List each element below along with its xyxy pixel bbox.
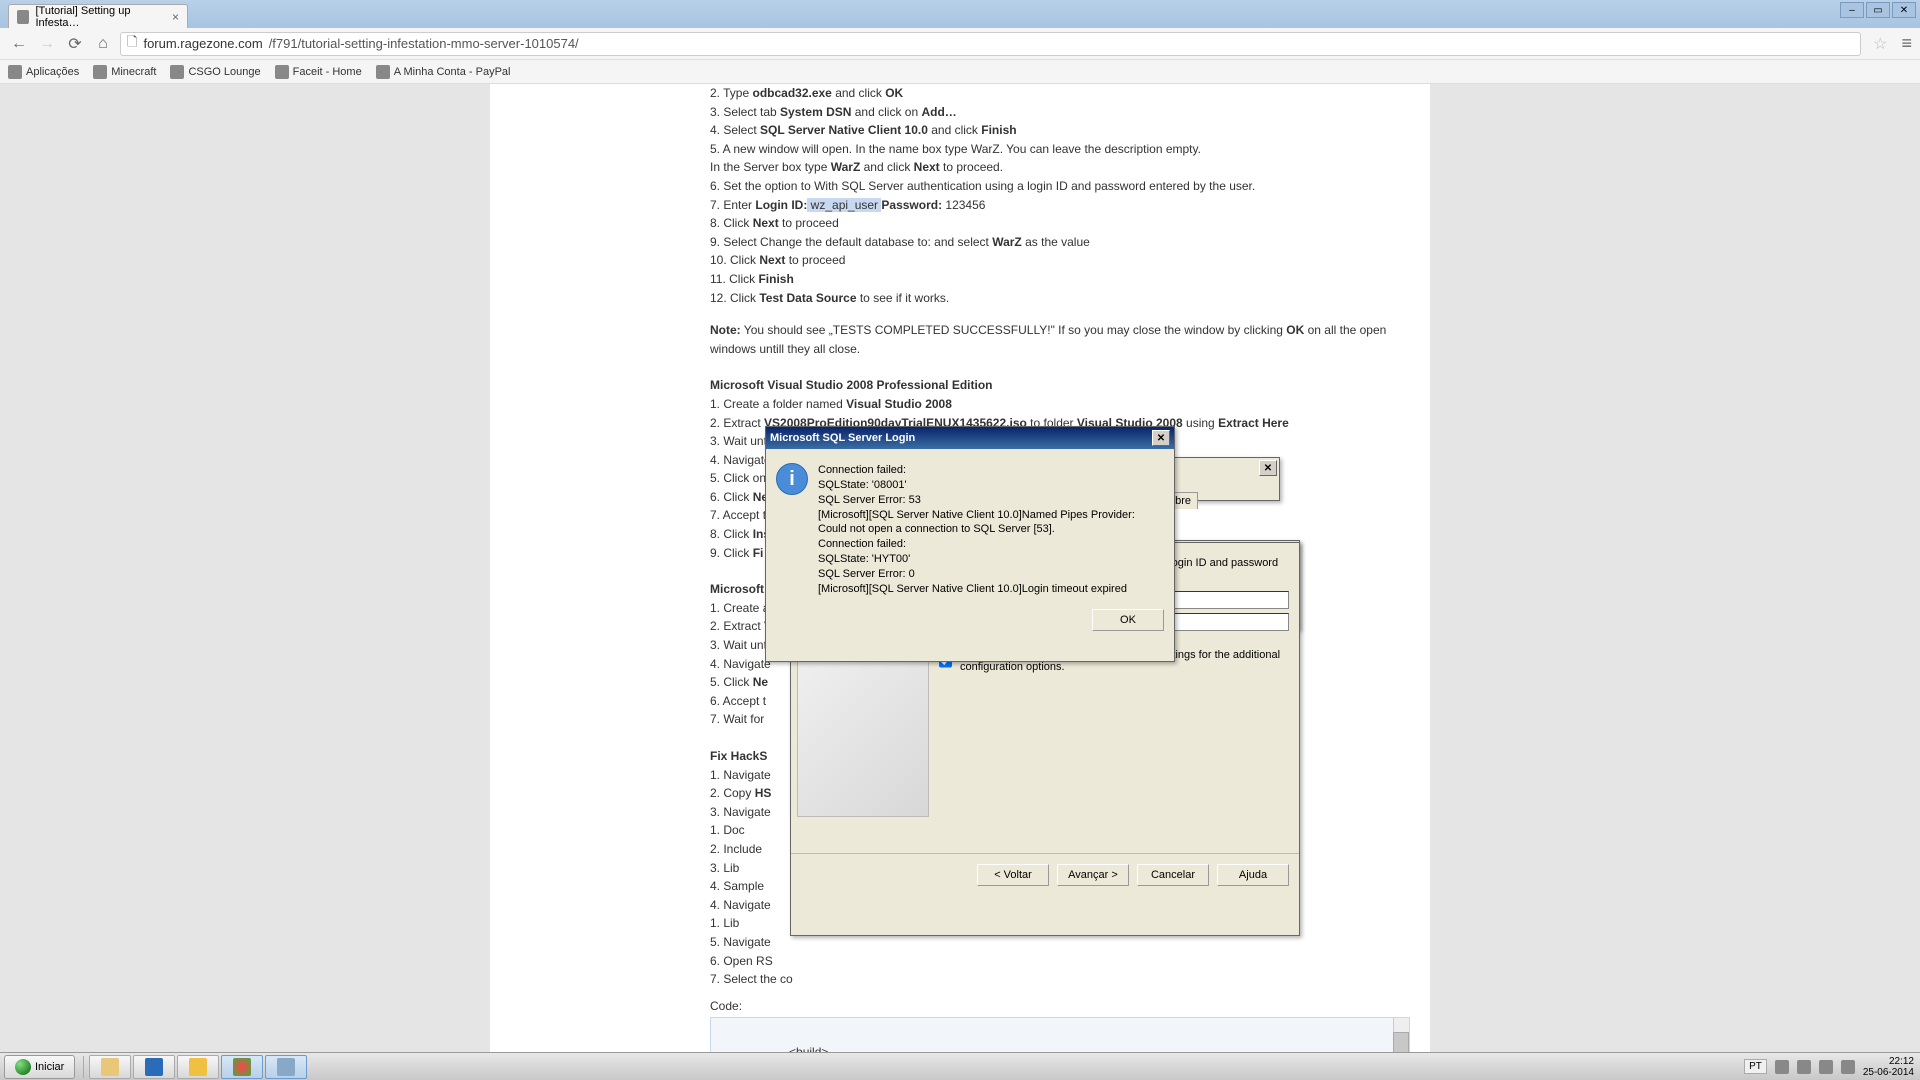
reload-button[interactable]: ⟳ [64, 33, 86, 55]
bookmark-faceit[interactable]: Faceit - Home [275, 65, 362, 79]
bookmarks-bar: Aplicações Minecraft CSGO Lounge Faceit … [0, 60, 1920, 84]
folder-icon [189, 1058, 207, 1076]
tab-close-icon[interactable]: × [172, 10, 179, 24]
bookmark-icon [93, 65, 107, 79]
system-tray: PT 22:12 25-06-2014 [1738, 1056, 1920, 1078]
taskbar-item-explorer[interactable] [89, 1055, 131, 1079]
url-bar[interactable]: 🗋 forum.ragezone.com/f791/tutorial-setti… [120, 32, 1861, 56]
clock-date: 25-06-2014 [1863, 1067, 1914, 1078]
bookmark-paypal[interactable]: A Minha Conta - PayPal [376, 65, 511, 79]
bookmark-csgo[interactable]: CSGO Lounge [170, 65, 260, 79]
back-button[interactable]: ← [8, 33, 30, 55]
tab-favicon [17, 10, 29, 24]
apps-icon [8, 65, 22, 79]
url-path: /f791/tutorial-setting-infestation-mmo-s… [269, 36, 579, 51]
wizard-buttons: < Voltar Avançar > Cancelar Ajuda [791, 853, 1299, 896]
apps-button[interactable]: Aplicações [8, 65, 79, 79]
bookmark-icon [170, 65, 184, 79]
bookmark-icon [376, 65, 390, 79]
browser-tab[interactable]: [Tutorial] Setting up Infesta… × [8, 4, 188, 28]
language-indicator[interactable]: PT [1744, 1059, 1767, 1074]
taskbar-item-chrome[interactable] [221, 1055, 263, 1079]
tray-icon[interactable] [1841, 1060, 1855, 1074]
bookmark-minecraft[interactable]: Minecraft [93, 65, 156, 79]
dialog-title: Microsoft SQL Server Login [770, 432, 915, 444]
back-button[interactable]: < Voltar [977, 864, 1049, 886]
window-close-button[interactable]: ✕ [1892, 2, 1916, 18]
chrome-icon [233, 1058, 251, 1076]
next-button[interactable]: Avançar > [1057, 864, 1129, 886]
code-label: Code: [710, 997, 1410, 1016]
dialog-titlebar[interactable]: Microsoft SQL Server Login ✕ [766, 427, 1174, 449]
taskbar-item-powershell[interactable] [133, 1055, 175, 1079]
taskbar-item-folder[interactable] [177, 1055, 219, 1079]
home-button[interactable]: ⌂ [92, 33, 114, 55]
window-minimize-button[interactable]: – [1840, 2, 1864, 18]
forward-button[interactable]: → [36, 33, 58, 55]
taskbar-separator [83, 1056, 84, 1078]
start-label: Iniciar [35, 1061, 64, 1073]
info-icon: i [776, 463, 808, 495]
odbc-icon [277, 1058, 295, 1076]
menu-icon[interactable]: ≡ [1901, 33, 1912, 54]
clock-time: 22:12 [1863, 1056, 1914, 1067]
tabstrip: [Tutorial] Setting up Infesta… × – ▭ ✕ [0, 0, 1920, 28]
close-icon[interactable]: ✕ [1259, 460, 1277, 476]
close-icon[interactable]: ✕ [1152, 430, 1170, 446]
code-text: <build> <output d <cdn url="http://127.0… [717, 1045, 974, 1052]
scrollbar[interactable] [1393, 1018, 1409, 1052]
taskbar-item-odbc[interactable] [265, 1055, 307, 1079]
sql-error-dialog: Microsoft SQL Server Login ✕ i Connectio… [765, 426, 1175, 662]
tray-icon[interactable] [1775, 1060, 1789, 1074]
taskbar-clock[interactable]: 22:12 25-06-2014 [1863, 1056, 1914, 1078]
start-button[interactable]: Iniciar [4, 1055, 75, 1079]
tray-icon[interactable] [1819, 1060, 1833, 1074]
tray-icon[interactable] [1797, 1060, 1811, 1074]
error-text: Connection failed: SQLState: '08001' SQL… [818, 463, 1135, 597]
taskbar: Iniciar PT 22:12 25-06-2014 [0, 1052, 1920, 1080]
scrollbar-thumb[interactable] [1393, 1032, 1409, 1052]
start-orb-icon [15, 1059, 31, 1075]
browser-toolbar: ← → ⟳ ⌂ 🗋 forum.ragezone.com/f791/tutori… [0, 28, 1920, 60]
page-icon: 🗋 [127, 33, 137, 55]
ok-button[interactable]: OK [1092, 609, 1164, 631]
bookmark-star-icon[interactable]: ☆ [1873, 34, 1887, 54]
code-box: <build> <output d <cdn url="http://127.0… [710, 1017, 1410, 1052]
cancel-button[interactable]: Cancelar [1137, 864, 1209, 886]
window-controls: – ▭ ✕ [1840, 2, 1916, 18]
url-host: forum.ragezone.com [143, 36, 262, 51]
explorer-icon [101, 1058, 119, 1076]
help-button[interactable]: Ajuda [1217, 864, 1289, 886]
powershell-icon [145, 1058, 163, 1076]
window-maximize-button[interactable]: ▭ [1866, 2, 1890, 18]
bookmark-icon [275, 65, 289, 79]
tab-title: [Tutorial] Setting up Infesta… [35, 5, 162, 29]
